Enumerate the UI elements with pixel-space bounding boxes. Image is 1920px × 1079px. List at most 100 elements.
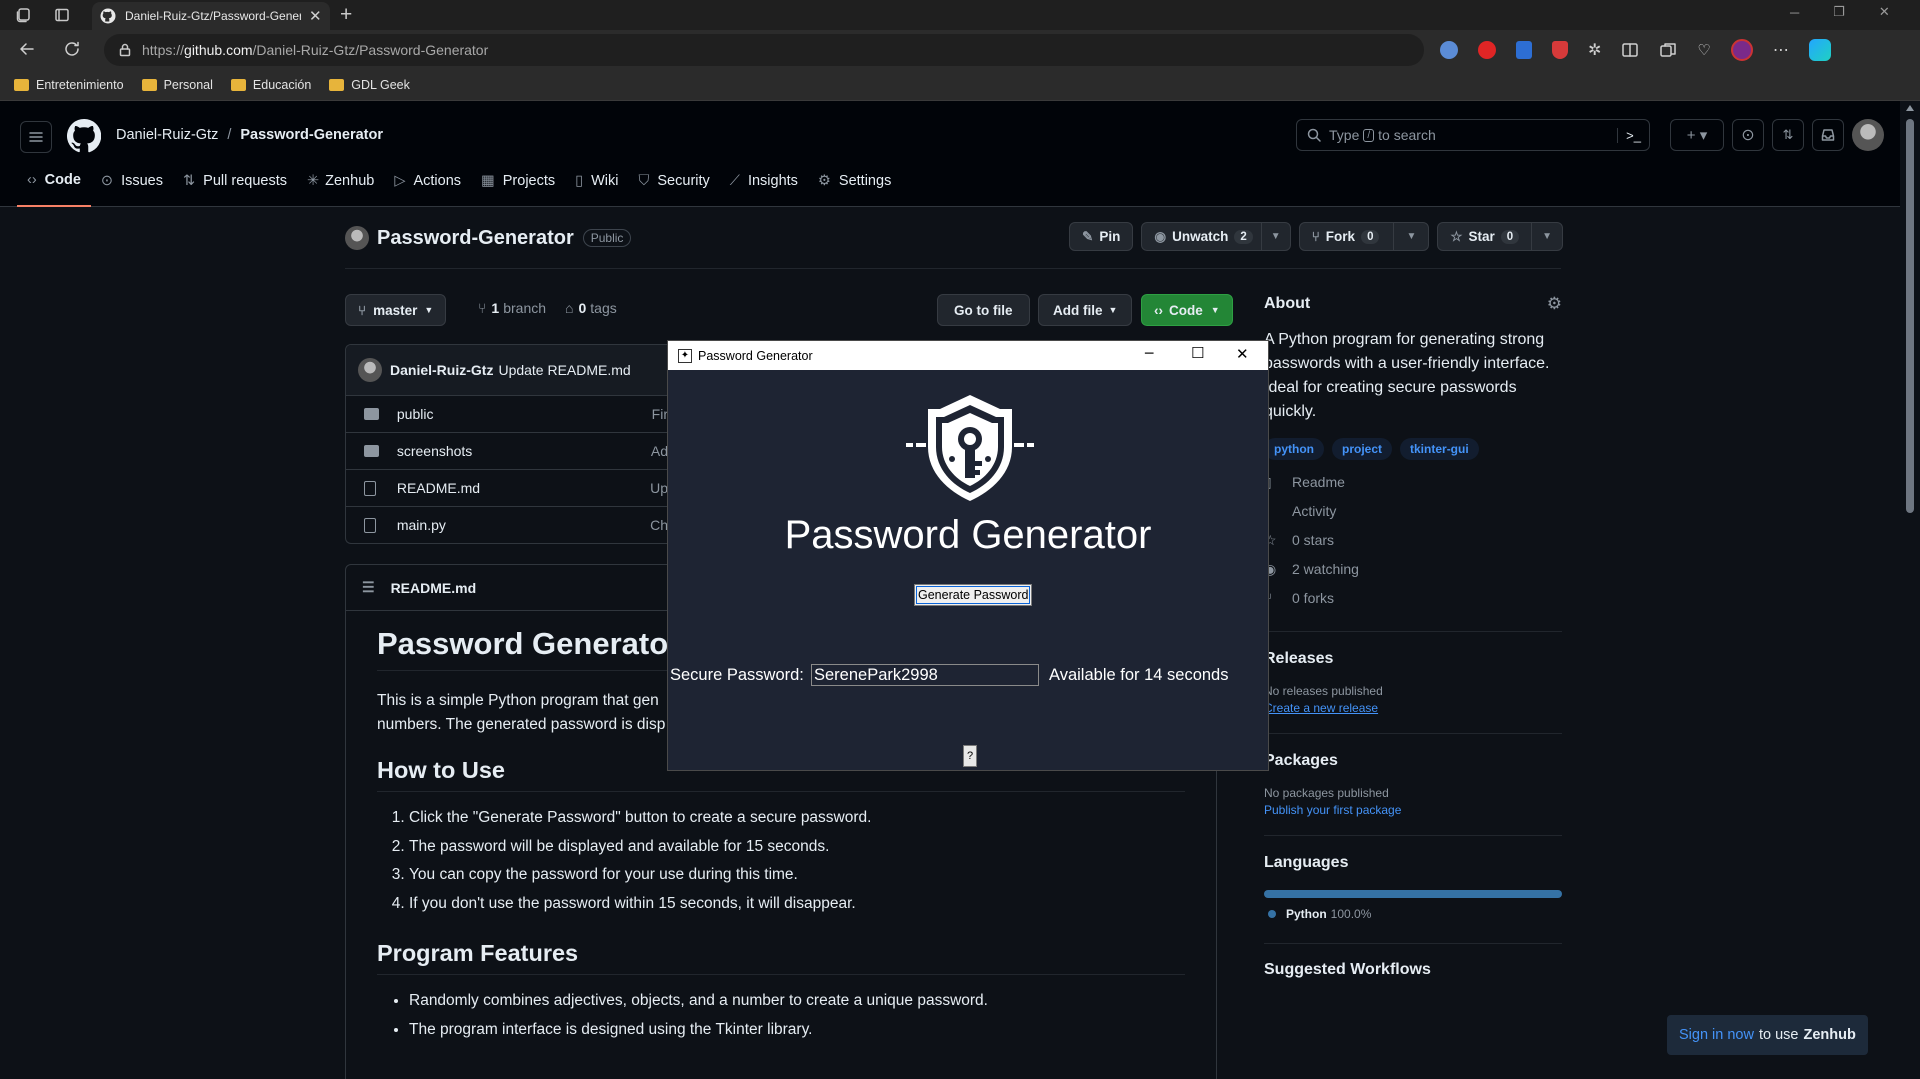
chevron-down-icon[interactable]: ▼ bbox=[1393, 223, 1428, 250]
search-input[interactable]: Type / to search >_ bbox=[1296, 119, 1650, 151]
zenhub-signin-link[interactable]: Sign in now bbox=[1679, 1027, 1754, 1043]
language-entry[interactable]: Python 100.0% bbox=[1264, 907, 1562, 921]
tab-pull-requests[interactable]: ⇅ Pull requests bbox=[173, 155, 297, 207]
stars-link[interactable]: ☆ 0 stars bbox=[1264, 526, 1562, 555]
repo-name[interactable]: Password-Generator bbox=[377, 227, 574, 250]
commit-message[interactable]: Update README.md bbox=[498, 362, 630, 378]
close-icon[interactable]: ✕ bbox=[1236, 345, 1249, 363]
browser-tab[interactable]: Daniel-Ruiz-Gtz/Password-Generator ✕ bbox=[92, 2, 330, 30]
forks-link[interactable]: ⑂0 forks bbox=[1264, 584, 1562, 613]
file-name[interactable]: README.md bbox=[397, 480, 650, 496]
lock-icon[interactable] bbox=[118, 43, 132, 57]
minimize-icon[interactable]: ─ bbox=[1145, 346, 1153, 362]
file-name[interactable]: main.py bbox=[397, 517, 650, 533]
owner-avatar[interactable] bbox=[345, 226, 369, 250]
maximize-icon[interactable]: ☐ bbox=[1191, 344, 1204, 362]
file-row[interactable]: README.md Up bbox=[346, 469, 668, 506]
restore-window-icon[interactable]: ❐ bbox=[1833, 4, 1845, 20]
pull-requests-icon[interactable]: ⇅ bbox=[1772, 119, 1804, 151]
publish-package-link[interactable]: Publish your first package bbox=[1264, 803, 1562, 817]
watchers-link[interactable]: ◉ 2 watching bbox=[1264, 555, 1562, 584]
star-button[interactable]: ☆ Star 0 ▼ bbox=[1437, 222, 1564, 251]
extension-shield-icon[interactable] bbox=[1552, 41, 1568, 59]
performance-heart-icon[interactable]: ♡ bbox=[1697, 41, 1710, 59]
new-tab-icon[interactable]: + bbox=[340, 3, 352, 27]
fork-button[interactable]: ⑂ Fork 0 ▼ bbox=[1298, 222, 1430, 251]
workspaces-icon[interactable] bbox=[16, 7, 32, 23]
code-button[interactable]: ‹› Code ▼ bbox=[1141, 294, 1233, 326]
branches-link[interactable]: ⑂ 1 branch bbox=[478, 300, 546, 316]
topic-tag[interactable]: tkinter-gui bbox=[1400, 438, 1479, 460]
commit-author[interactable]: Daniel-Ruiz-Gtz bbox=[390, 362, 493, 378]
bookmark-folder-gdl-geek[interactable]: GDL Geek bbox=[329, 78, 410, 92]
tab-projects[interactable]: ▦ Projects bbox=[471, 155, 565, 207]
tab-actions-icon[interactable] bbox=[54, 7, 70, 23]
create-release-link[interactable]: Create a new release bbox=[1264, 701, 1562, 715]
scrollbar-thumb[interactable] bbox=[1906, 119, 1914, 513]
releases-heading[interactable]: Releases bbox=[1264, 650, 1562, 668]
file-commit-message[interactable]: Ch bbox=[650, 517, 668, 533]
topic-tag[interactable]: python bbox=[1264, 438, 1324, 460]
commit-author-avatar[interactable] bbox=[358, 358, 382, 382]
go-to-file-button[interactable]: Go to file bbox=[937, 294, 1030, 326]
tab-insights[interactable]: ⟋ Insights bbox=[720, 155, 808, 207]
extension-bitwarden-icon[interactable] bbox=[1516, 41, 1532, 59]
add-file-button[interactable]: Add file ▼ bbox=[1038, 294, 1133, 326]
repo-link[interactable]: Password-Generator bbox=[240, 127, 383, 143]
tab-settings[interactable]: ⚙ Settings bbox=[808, 155, 901, 207]
close-tab-icon[interactable]: ✕ bbox=[309, 7, 322, 25]
tab-security[interactable]: ⛉ Security bbox=[629, 155, 720, 207]
split-screen-icon[interactable] bbox=[1621, 41, 1639, 59]
collections-icon[interactable] bbox=[1659, 41, 1677, 59]
packages-heading[interactable]: Packages bbox=[1264, 752, 1562, 770]
pin-button[interactable]: ✎ Pin bbox=[1069, 222, 1134, 251]
list-icon[interactable]: ☰ bbox=[362, 579, 375, 596]
inbox-icon[interactable] bbox=[1812, 119, 1844, 151]
unwatch-button[interactable]: ◉ Unwatch 2 ▼ bbox=[1141, 222, 1291, 251]
generate-password-button[interactable]: Generate Password bbox=[914, 584, 1033, 606]
tab-code[interactable]: ‹› Code bbox=[17, 155, 91, 207]
user-avatar[interactable] bbox=[1852, 119, 1884, 151]
file-row[interactable]: public Fir bbox=[346, 395, 668, 432]
more-options-icon[interactable]: ⋯ bbox=[1773, 40, 1789, 60]
tags-link[interactable]: ⌂ 0 tags bbox=[565, 300, 617, 316]
address-bar[interactable]: https:// github.com /Daniel-Ruiz-Gtz/Pas… bbox=[104, 34, 1424, 66]
hamburger-menu-icon[interactable] bbox=[20, 121, 52, 153]
profile-avatar-icon[interactable] bbox=[1730, 39, 1753, 61]
bookmark-folder-entretenimiento[interactable]: Entretenimiento bbox=[14, 78, 124, 92]
command-palette-icon[interactable]: >_ bbox=[1617, 127, 1649, 143]
scroll-up-icon[interactable] bbox=[1906, 105, 1914, 111]
chevron-down-icon[interactable]: ▼ bbox=[1531, 223, 1562, 250]
file-name[interactable]: screenshots bbox=[397, 443, 651, 459]
tab-wiki[interactable]: ▯ Wiki bbox=[565, 155, 628, 207]
reload-icon[interactable] bbox=[62, 39, 82, 59]
activity-link[interactable]: ⌇Activity bbox=[1264, 497, 1562, 526]
file-commit-message[interactable]: Fir bbox=[652, 406, 668, 422]
extension-pinterest-icon[interactable] bbox=[1478, 41, 1496, 59]
back-icon[interactable] bbox=[17, 39, 37, 59]
bookmark-folder-educacion[interactable]: Educación bbox=[230, 78, 311, 92]
owner-link[interactable]: Daniel-Ruiz-Gtz bbox=[116, 127, 218, 143]
file-commit-message[interactable]: Ad bbox=[651, 443, 668, 459]
file-name[interactable]: public bbox=[397, 406, 652, 422]
minimize-window-icon[interactable]: ─ bbox=[1790, 5, 1799, 20]
extension-incognito-icon[interactable] bbox=[1440, 41, 1458, 59]
help-button[interactable]: ? bbox=[963, 745, 977, 767]
page-scrollbar[interactable] bbox=[1900, 101, 1920, 1079]
chevron-down-icon[interactable]: ▼ bbox=[1260, 223, 1290, 250]
readme-link[interactable]: ▯Readme bbox=[1264, 468, 1562, 497]
file-row[interactable]: main.py Ch bbox=[346, 506, 668, 543]
window-title-bar[interactable]: ✦ Password Generator ─ ☐ ✕ bbox=[668, 341, 1268, 370]
topic-tag[interactable]: project bbox=[1332, 438, 1393, 460]
github-logo-icon[interactable] bbox=[67, 119, 101, 153]
extensions-puzzle-icon[interactable]: ✲ bbox=[1588, 40, 1601, 60]
bookmark-folder-personal[interactable]: Personal bbox=[141, 78, 213, 92]
password-field[interactable]: SerenePark2998 bbox=[811, 664, 1039, 686]
branch-selector[interactable]: ⑂ master ▼ bbox=[345, 294, 447, 326]
readme-filename[interactable]: README.md bbox=[391, 580, 477, 596]
gear-icon[interactable]: ⚙ bbox=[1547, 294, 1562, 314]
copilot-icon[interactable] bbox=[1808, 39, 1831, 61]
tab-zenhub[interactable]: ✳ Zenhub bbox=[297, 155, 384, 207]
tab-actions[interactable]: ▷ Actions bbox=[384, 155, 471, 207]
create-new-icon[interactable]: + ▾ bbox=[1670, 119, 1724, 151]
